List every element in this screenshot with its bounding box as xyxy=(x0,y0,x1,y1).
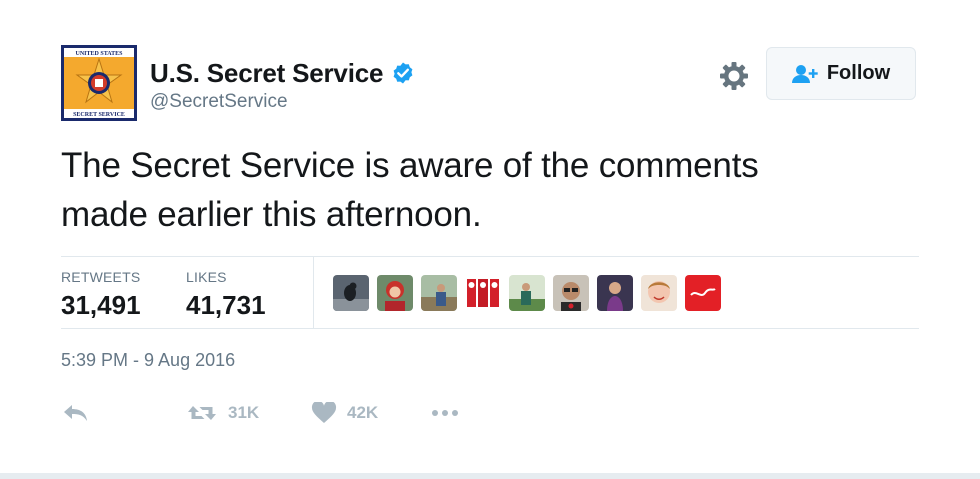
likes-count[interactable]: 41,731 xyxy=(186,290,266,321)
display-name[interactable]: U.S. Secret Service xyxy=(150,58,383,89)
more-dots-icon xyxy=(432,410,458,416)
avatar[interactable]: UNITED STATES SECRET SERVICE xyxy=(61,45,137,121)
divider xyxy=(61,256,919,257)
divider xyxy=(61,328,919,329)
likes-label[interactable]: LIKES xyxy=(186,269,227,285)
liker-avatar[interactable] xyxy=(553,275,589,311)
liker-avatar[interactable] xyxy=(377,275,413,311)
tweet-card: UNITED STATES SECRET SERVICE U.S. Secret… xyxy=(0,0,980,479)
gear-icon[interactable] xyxy=(718,60,750,92)
liker-avatar[interactable] xyxy=(685,275,721,311)
bottom-border xyxy=(0,473,980,479)
add-user-icon xyxy=(791,64,818,83)
reply-button[interactable] xyxy=(61,396,91,430)
avatar-badge-top: UNITED STATES xyxy=(76,51,124,57)
more-options-button[interactable] xyxy=(430,396,462,430)
tweet-text-line: The Secret Service is aware of the comme… xyxy=(61,146,759,185)
retweet-icon xyxy=(188,406,216,420)
handle[interactable]: @SecretService xyxy=(150,91,288,113)
liker-avatar[interactable] xyxy=(421,275,457,311)
like-button[interactable]: 42K xyxy=(311,396,378,430)
retweets-count[interactable]: 31,491 xyxy=(61,290,141,321)
stats-separator xyxy=(313,257,314,328)
follow-button[interactable]: Follow xyxy=(766,47,916,100)
heart-icon xyxy=(311,402,337,423)
timestamp[interactable]: 5:39 PM - 9 Aug 2016 xyxy=(61,350,235,371)
liker-avatar[interactable] xyxy=(597,275,633,311)
verified-badge-icon xyxy=(393,62,413,84)
tweet-text-line: made earlier this afternoon. xyxy=(61,195,482,234)
tweet-text: The Secret Service is aware of the comme… xyxy=(61,141,921,239)
reply-icon xyxy=(64,405,87,421)
liker-avatars xyxy=(333,275,729,311)
retweet-count: 31K xyxy=(228,403,260,422)
liker-avatar[interactable] xyxy=(465,275,501,311)
avatar-badge-bottom: SECRET SERVICE xyxy=(73,112,125,118)
like-count: 42K xyxy=(347,403,379,422)
retweet-button[interactable]: 31K xyxy=(186,396,259,430)
retweets-label[interactable]: RETWEETS xyxy=(61,269,140,285)
liker-avatar[interactable] xyxy=(509,275,545,311)
liker-avatar[interactable] xyxy=(333,275,369,311)
liker-avatar[interactable] xyxy=(641,275,677,311)
name-row: U.S. Secret Service xyxy=(150,56,415,90)
follow-label: Follow xyxy=(826,62,891,84)
